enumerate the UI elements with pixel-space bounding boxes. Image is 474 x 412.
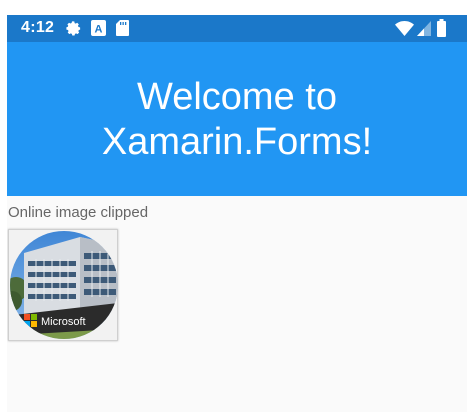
header-title: Welcome to Xamarin.Forms!	[7, 75, 467, 165]
svg-text:A: A	[95, 24, 103, 36]
sd-card-icon	[116, 20, 129, 41]
header-title-line2: Xamarin.Forms!	[101, 121, 373, 163]
header-title-line1: Welcome to	[137, 76, 337, 118]
sign-text: Microsoft	[41, 316, 86, 328]
status-time: 4:12	[21, 19, 55, 36]
clipped-image-frame: Microsoft	[8, 229, 118, 341]
a-badge-icon: A	[91, 20, 106, 41]
gear-icon	[65, 20, 82, 42]
app-header: Welcome to Xamarin.Forms!	[7, 42, 467, 196]
clipped-building-image: Microsoft	[10, 231, 118, 339]
battery-icon	[437, 19, 446, 42]
cell-signal-icon	[417, 21, 431, 41]
status-bar: 4:12 A	[7, 15, 467, 42]
image-caption: Online image clipped	[8, 204, 149, 221]
phone-screen: 4:12 A Welcome to Xamarin.Forms! Online …	[7, 15, 467, 412]
wifi-icon	[395, 21, 414, 41]
